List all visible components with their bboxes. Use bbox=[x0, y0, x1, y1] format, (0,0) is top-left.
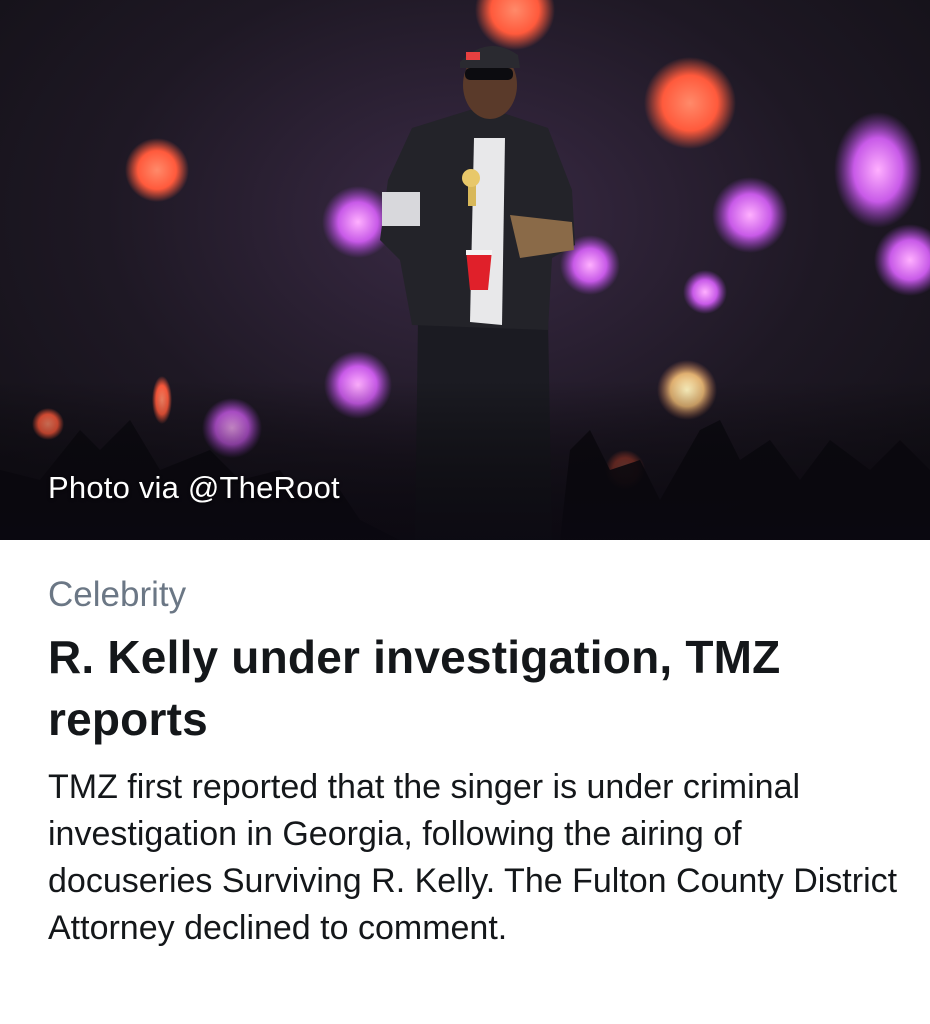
news-card[interactable]: Photo via @TheRoot Celebrity R. Kelly un… bbox=[0, 0, 930, 1024]
concert-photo-illustration bbox=[0, 0, 930, 540]
hero-photo[interactable]: Photo via @TheRoot bbox=[0, 0, 930, 540]
category-label[interactable]: Celebrity bbox=[48, 574, 898, 616]
summary-text: TMZ first reported that the singer is un… bbox=[48, 768, 898, 947]
card-text: Celebrity R. Kelly under investigation, … bbox=[48, 540, 898, 952]
headline[interactable]: R. Kelly under investigation, TMZ report… bbox=[48, 626, 898, 750]
photo-credit: Photo via @TheRoot bbox=[48, 470, 340, 505]
